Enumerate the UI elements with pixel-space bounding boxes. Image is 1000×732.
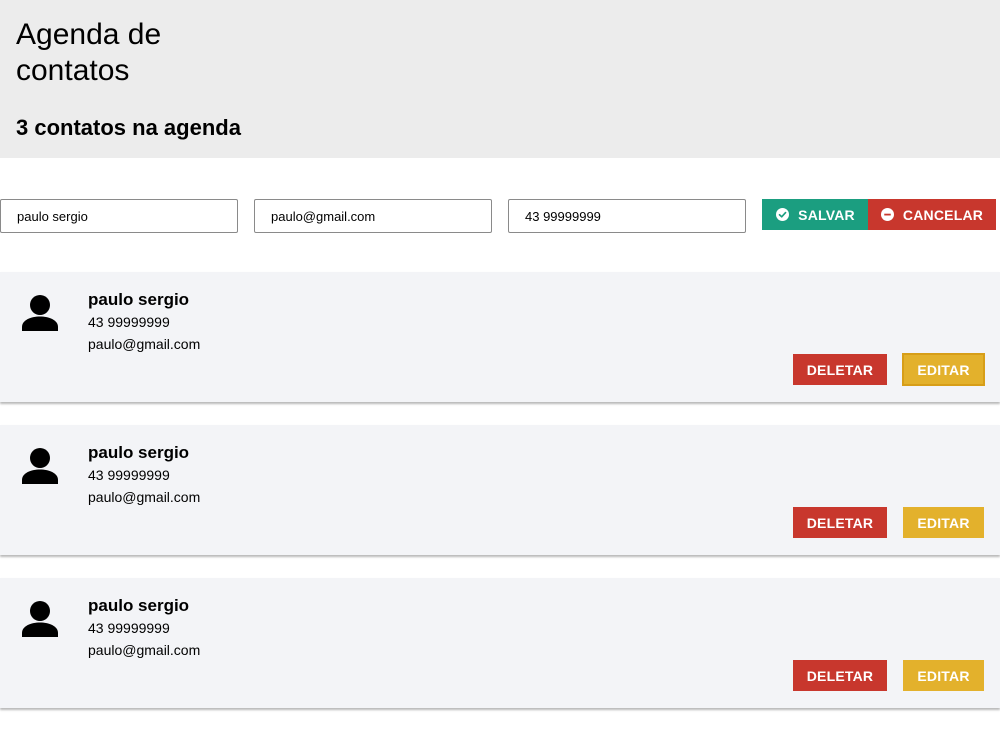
contact-card: paulo sergio 43 99999999 paulo@gmail.com…: [0, 272, 1000, 402]
contact-card: paulo sergio 43 99999999 paulo@gmail.com…: [0, 578, 1000, 708]
edit-button[interactable]: EDITAR: [902, 353, 985, 386]
person-icon: [22, 601, 58, 637]
contact-phone: 43 99999999: [88, 620, 170, 636]
page-header: Agenda de contatos 3 contatos na agenda: [0, 0, 1000, 158]
person-icon: [22, 448, 58, 484]
contact-email: paulo@gmail.com: [88, 642, 201, 658]
contact-email: paulo@gmail.com: [88, 336, 201, 352]
delete-button[interactable]: DELETAR: [793, 660, 887, 691]
cancel-button[interactable]: CANCELAR: [868, 199, 996, 230]
delete-button[interactable]: DELETAR: [793, 507, 887, 538]
check-circle-icon: [776, 208, 790, 221]
minus-circle-icon: [880, 208, 894, 221]
phone-input[interactable]: [508, 199, 746, 233]
contact-phone: 43 99999999: [88, 314, 170, 330]
contact-name: paulo sergio: [88, 290, 190, 309]
contact-count: 3 contatos na agenda: [16, 115, 241, 140]
page-title: Agenda de contatos: [16, 18, 162, 87]
edit-button[interactable]: EDITAR: [903, 660, 984, 691]
email-input[interactable]: [254, 199, 492, 233]
name-input[interactable]: [0, 199, 238, 233]
contact-phone: 43 99999999: [88, 467, 170, 483]
save-button[interactable]: SALVAR: [762, 199, 869, 230]
save-button-label: SALVAR: [798, 206, 855, 223]
contact-name: paulo sergio: [88, 596, 190, 615]
contact-email: paulo@gmail.com: [88, 489, 201, 505]
contact-name: paulo sergio: [88, 443, 190, 462]
contact-card: paulo sergio 43 99999999 paulo@gmail.com…: [0, 425, 1000, 555]
person-icon: [22, 295, 58, 331]
contact-form: SALVAR CANCELAR: [0, 158, 1000, 273]
cancel-button-label: CANCELAR: [902, 206, 984, 223]
edit-button[interactable]: EDITAR: [903, 507, 984, 538]
delete-button[interactable]: DELETAR: [793, 354, 887, 385]
